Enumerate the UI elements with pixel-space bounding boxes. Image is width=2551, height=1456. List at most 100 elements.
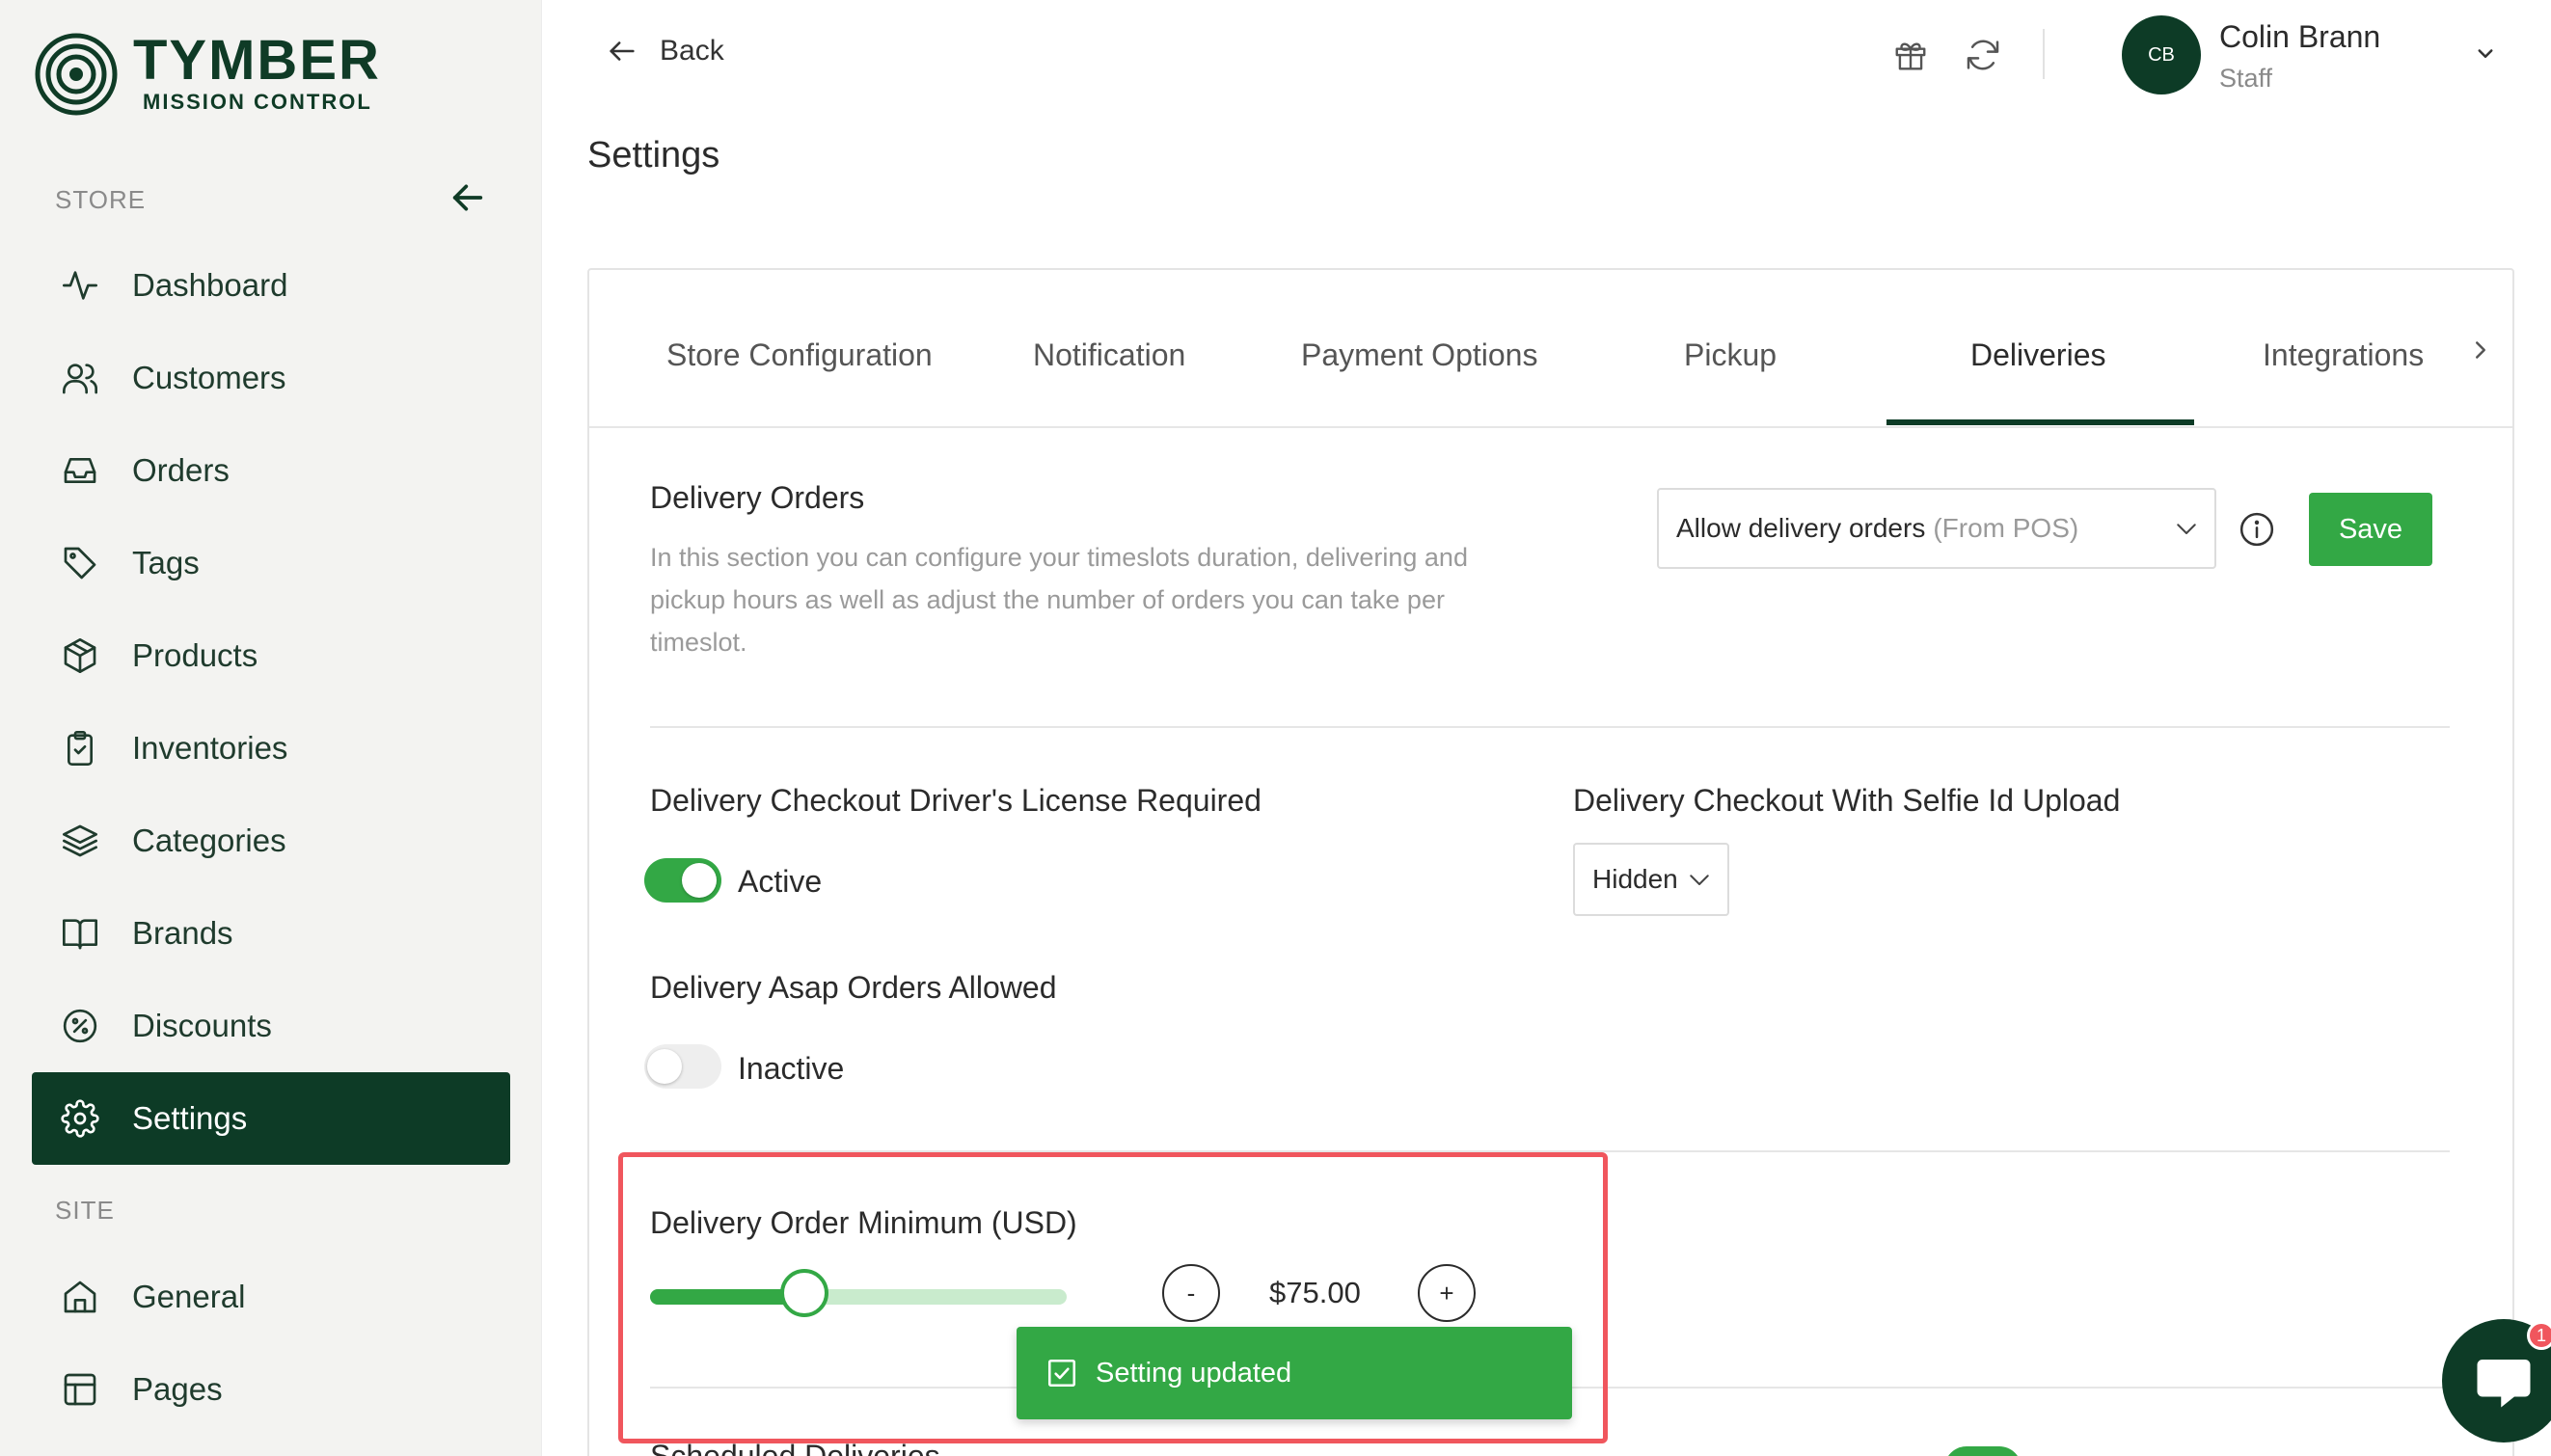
chevron-down-icon — [2177, 524, 2196, 534]
selfie-upload-title: Delivery Checkout With Selfie Id Upload — [1573, 783, 2121, 818]
order-minimum-amount: $75.00 — [1269, 1276, 1361, 1309]
box-icon — [59, 634, 101, 677]
license-required-toggle[interactable] — [644, 858, 721, 903]
sidebar-item-label: Pages — [132, 1371, 223, 1407]
order-minimum-slider[interactable] — [650, 1269, 1067, 1317]
tab-pickup[interactable]: Pickup — [1684, 337, 1777, 373]
asap-orders-status: Inactive — [738, 1051, 845, 1086]
sidebar-item-label: Discounts — [132, 1008, 272, 1043]
tab-deliveries[interactable]: Deliveries — [1970, 337, 2105, 373]
sidebar-item-label: Dashboard — [132, 267, 288, 303]
selfie-upload-select[interactable]: Hidden — [1573, 843, 1729, 916]
activity-icon — [59, 264, 101, 307]
book-open-icon — [59, 912, 101, 955]
active-tab-indicator — [1886, 419, 2194, 425]
sidebar-item-label: Categories — [132, 822, 286, 858]
asap-orders-title: Delivery Asap Orders Allowed — [650, 970, 1057, 1005]
home-icon — [59, 1276, 101, 1318]
sidebar-item-orders[interactable]: Orders — [32, 424, 510, 517]
checkbox-checked-icon — [1047, 1359, 1076, 1388]
sidebar-item-label: Orders — [132, 452, 230, 488]
user-role: Staff — [2219, 64, 2273, 93]
settings-tabs: Store Configuration Notification Payment… — [589, 270, 2512, 428]
asap-orders-toggle[interactable] — [644, 1044, 721, 1089]
arrow-left-icon — [452, 184, 483, 211]
back-label: Back — [660, 35, 724, 67]
decrement-button[interactable]: - — [1162, 1264, 1220, 1322]
sidebar-item-general[interactable]: General — [32, 1251, 510, 1343]
sidebar-item-products[interactable]: Products — [32, 609, 510, 702]
section-divider — [650, 726, 2450, 728]
layout-icon — [59, 1368, 101, 1411]
sidebar-item-settings[interactable]: Settings — [32, 1072, 510, 1165]
tab-payment-options[interactable]: Payment Options — [1301, 337, 1537, 373]
order-minimum-title: Delivery Order Minimum (USD) — [650, 1205, 1077, 1240]
sidebar-item-label: Settings — [132, 1100, 248, 1136]
page-title: Settings — [587, 135, 720, 175]
chat-bubble-icon — [2477, 1360, 2531, 1408]
tymber-logo[interactable]: TYMBER MISSION CONTROL — [35, 33, 381, 116]
delivery-orders-select-value: Allow delivery orders — [1676, 513, 1926, 543]
tag-icon — [59, 542, 101, 584]
section-divider — [650, 1150, 2450, 1152]
sidebar-item-dashboard[interactable]: Dashboard — [32, 239, 510, 332]
avatar[interactable]: CB — [2122, 15, 2201, 94]
license-required-status: Active — [738, 864, 823, 899]
collapse-sidebar-button[interactable] — [446, 175, 490, 220]
user-name[interactable]: Colin Brann — [2219, 19, 2380, 55]
sidebar-item-label: Inventories — [132, 730, 288, 766]
info-icon[interactable] — [2239, 511, 2275, 548]
gift-icon — [1895, 42, 1926, 70]
sidebar-item-tags[interactable]: Tags — [32, 517, 510, 609]
gift-button[interactable] — [1886, 31, 1935, 79]
sidebar-item-label: Products — [132, 637, 258, 673]
gear-icon — [59, 1097, 101, 1140]
users-icon — [59, 357, 101, 399]
toast-notification: Setting updated — [1017, 1327, 1572, 1419]
slider-handle[interactable] — [779, 1269, 828, 1317]
selfie-upload-value: Hidden — [1592, 864, 1678, 894]
sidebar-item-customers[interactable]: Customers — [32, 332, 510, 424]
logo-subtitle: MISSION CONTROL — [143, 90, 372, 114]
sidebar-item-label: Brands — [132, 915, 233, 951]
settings-card: Store Configuration Notification Payment… — [587, 268, 2514, 1456]
scheduled-deliveries-title: Scheduled Deliveries — [650, 1439, 940, 1456]
save-button[interactable]: Save — [2309, 493, 2432, 566]
sidebar-item-inventories[interactable]: Inventories — [32, 702, 510, 795]
chat-unread-badge: 1 — [2527, 1321, 2551, 1350]
license-required-title: Delivery Checkout Driver's License Requi… — [650, 783, 1262, 818]
topbar-divider — [2043, 29, 2045, 79]
inbox-icon — [59, 449, 101, 492]
chevron-down-icon[interactable] — [2471, 39, 2500, 67]
clipboard-check-icon — [59, 727, 101, 769]
arrow-left-icon — [610, 41, 635, 61]
site-section-label: SITE — [55, 1196, 115, 1225]
toggle-knob — [647, 1049, 682, 1084]
sidebar-item-pages[interactable]: Pages — [32, 1343, 510, 1436]
logo-title: TYMBER — [133, 29, 381, 92]
refresh-button[interactable] — [1959, 31, 2007, 79]
toggle-knob — [682, 863, 717, 898]
sidebar: TYMBER MISSION CONTROL STORE Dashboard C… — [0, 0, 542, 1456]
store-section-label: STORE — [55, 185, 147, 214]
percent-badge-icon — [59, 1005, 101, 1047]
sidebar-item-categories[interactable]: Categories — [32, 795, 510, 887]
sidebar-item-label: General — [132, 1279, 246, 1314]
tab-notification[interactable]: Notification — [1033, 337, 1185, 373]
back-button[interactable]: Back — [606, 35, 724, 67]
sidebar-item-brands[interactable]: Brands — [32, 887, 510, 980]
delivery-orders-select[interactable]: Allow delivery orders (From POS) — [1657, 488, 2216, 569]
logo-rings-icon — [35, 33, 118, 116]
sidebar-item-label: Tags — [132, 545, 200, 580]
delivery-orders-title: Delivery Orders — [650, 480, 865, 515]
sidebar-item-label: Customers — [132, 360, 286, 395]
increment-button[interactable]: + — [1418, 1264, 1476, 1322]
toast-message: Setting updated — [1096, 1357, 1292, 1389]
layers-icon — [59, 820, 101, 862]
refresh-icon — [1967, 40, 1999, 70]
tab-integrations[interactable]: Integrations — [2263, 337, 2424, 373]
tab-store-configuration[interactable]: Store Configuration — [666, 337, 933, 373]
sidebar-item-discounts[interactable]: Discounts — [32, 980, 510, 1072]
chevron-right-icon[interactable] — [2466, 336, 2495, 364]
delivery-orders-description: In this section you can configure your t… — [650, 543, 1468, 657]
